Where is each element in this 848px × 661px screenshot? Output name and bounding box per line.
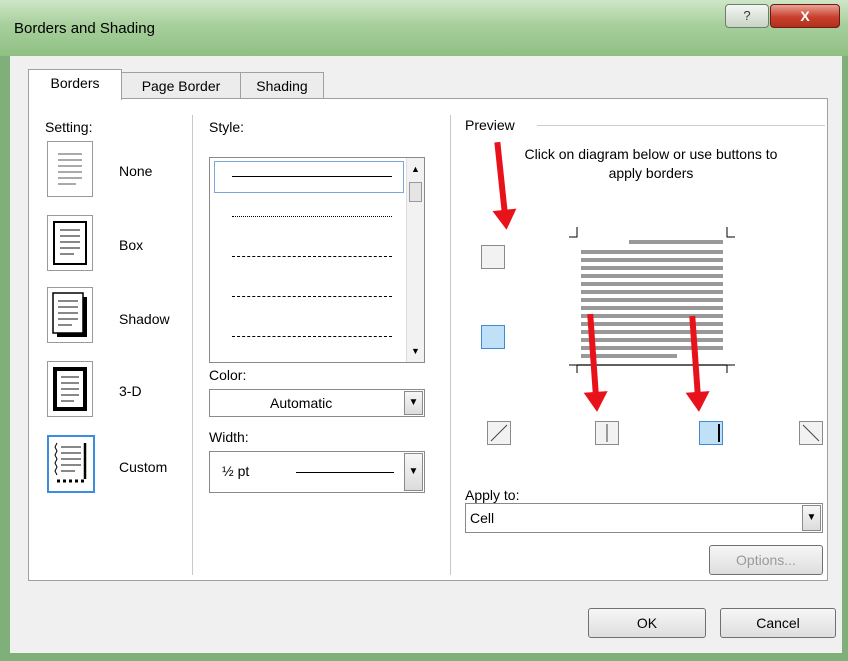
diagonal-up-icon[interactable] [487, 421, 511, 445]
style-long-dash[interactable] [232, 296, 392, 297]
tab-page-border-label: Page Border [141, 78, 221, 94]
diagonal-down-icon[interactable] [799, 421, 823, 445]
setting-3d-icon[interactable] [47, 361, 93, 417]
width-dropdown[interactable]: ½ pt ▼ [209, 451, 425, 493]
color-label: Color: [209, 367, 247, 383]
ok-button[interactable]: OK [588, 608, 706, 638]
preview-heading: Preview [465, 117, 515, 133]
setting-3d-label[interactable]: 3-D [119, 383, 142, 399]
apply-to-value: Cell [470, 510, 495, 526]
right-border-icon[interactable] [699, 421, 723, 445]
style-dash-dot[interactable] [232, 336, 392, 337]
setting-custom-icon[interactable] [47, 435, 95, 493]
tab-shading-label: Shading [256, 78, 308, 94]
style-heading: Style: [209, 119, 245, 135]
setting-shadow-label[interactable]: Shadow [119, 311, 170, 327]
setting-none-label[interactable]: None [119, 163, 152, 179]
window-title: Borders and Shading [14, 20, 155, 37]
tab-page-border[interactable]: Page Border [121, 72, 241, 99]
dialog-client: Borders Page Border Shading Setting: Non… [10, 56, 842, 653]
divider [192, 115, 193, 575]
style-dashed[interactable] [232, 256, 392, 257]
title-bar: Borders and Shading ? X [0, 0, 848, 56]
setting-shadow-icon[interactable] [47, 287, 93, 343]
setting-box-label[interactable]: Box [119, 237, 143, 253]
style-list[interactable]: ▲ ▼ [209, 157, 425, 363]
cancel-button[interactable]: Cancel [720, 608, 836, 638]
scroll-up-icon[interactable]: ▲ [407, 164, 424, 174]
width-line-sample [296, 472, 394, 473]
tab-borders-label: Borders [50, 75, 100, 91]
color-value: Automatic [270, 395, 333, 411]
tab-borders[interactable]: Borders [28, 69, 122, 100]
style-dotted[interactable] [232, 216, 392, 217]
style-selection [214, 161, 404, 193]
inside-vertical-icon[interactable] [595, 421, 619, 445]
width-label: Width: [209, 429, 249, 445]
setting-box-icon[interactable] [47, 215, 93, 271]
tab-shading[interactable]: Shading [240, 72, 324, 99]
setting-none-icon[interactable] [47, 141, 93, 197]
close-button[interactable]: X [770, 4, 840, 28]
preview-diagram[interactable] [559, 215, 749, 375]
width-value: ½ pt [222, 463, 250, 479]
chevron-down-icon[interactable]: ▼ [404, 453, 423, 491]
scroll-down-icon[interactable]: ▼ [407, 346, 424, 356]
bottom-border-icon[interactable] [481, 325, 505, 349]
chevron-down-icon[interactable]: ▼ [802, 505, 821, 531]
scroll-thumb[interactable] [409, 182, 422, 202]
style-scrollbar[interactable]: ▲ ▼ [406, 158, 424, 362]
preview-rule [537, 125, 825, 126]
help-button[interactable]: ? [725, 4, 769, 28]
preview-instructions: Click on diagram below or use buttons to… [524, 146, 778, 181]
style-solid[interactable] [232, 176, 392, 177]
setting-heading: Setting: [45, 119, 93, 135]
borders-panel: Setting: None Box Shadow 3-D Custom Styl… [28, 98, 828, 581]
color-dropdown[interactable]: Automatic ▼ [209, 389, 425, 417]
divider [450, 115, 451, 575]
chevron-down-icon[interactable]: ▼ [404, 391, 423, 415]
apply-to-dropdown[interactable]: Cell ▼ [465, 503, 823, 533]
setting-custom-label[interactable]: Custom [119, 459, 167, 475]
options-button[interactable]: Options... [709, 545, 823, 575]
apply-to-label: Apply to: [465, 487, 520, 503]
top-border-icon[interactable] [481, 245, 505, 269]
